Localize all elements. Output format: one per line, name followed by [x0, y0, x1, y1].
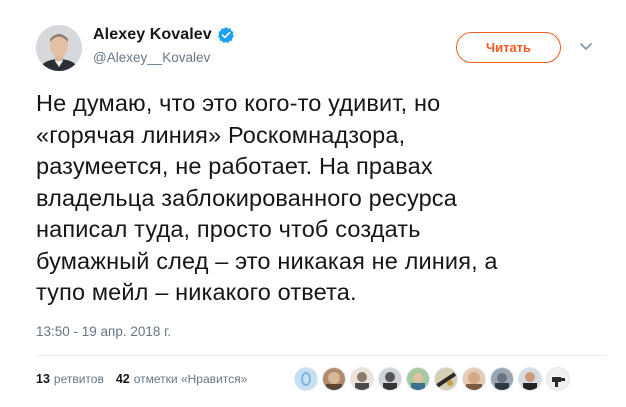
liker-avatar[interactable] — [350, 367, 374, 391]
liker-avatar[interactable] — [322, 367, 346, 391]
author-avatar[interactable] — [36, 25, 82, 71]
liker-avatar[interactable] — [434, 367, 458, 391]
retweets-count: 13 — [36, 372, 50, 386]
liker-avatar[interactable] — [294, 367, 318, 391]
author-name[interactable]: Alexey Kovalev — [93, 26, 235, 44]
follow-button[interactable]: Читать — [456, 32, 561, 63]
liker-avatar[interactable] — [518, 367, 542, 391]
retweets-stat[interactable]: 13 ретвитов — [36, 372, 104, 386]
author-handle[interactable]: @Alexey__Kovalev — [93, 50, 210, 65]
retweets-label: ретвитов — [53, 372, 104, 386]
liker-avatar[interactable] — [546, 367, 570, 391]
liker-avatar[interactable] — [378, 367, 402, 391]
chevron-down-icon[interactable] — [578, 40, 594, 52]
likes-count: 42 — [115, 372, 130, 386]
liker-avatar[interactable] — [462, 367, 486, 391]
tweet-text: Не думаю, что это кого-то удивит, но «го… — [36, 90, 498, 305]
verified-badge-icon — [217, 26, 235, 44]
author-name-text[interactable]: Alexey Kovalev — [93, 26, 212, 44]
liker-avatar[interactable] — [490, 367, 514, 391]
tweet-timestamp[interactable]: 13:50 - 19 апр. 2018 г. — [36, 324, 171, 339]
liker-avatar[interactable] — [406, 367, 430, 391]
likes-stat[interactable]: 42 отметки «Нравится» — [116, 372, 247, 386]
tweet-stats: 13 ретвитов 42 отметки «Нравится» — [36, 372, 259, 386]
divider — [36, 355, 606, 356]
likes-label: отметки «Нравится» — [133, 372, 248, 386]
liker-avatars — [294, 367, 574, 391]
